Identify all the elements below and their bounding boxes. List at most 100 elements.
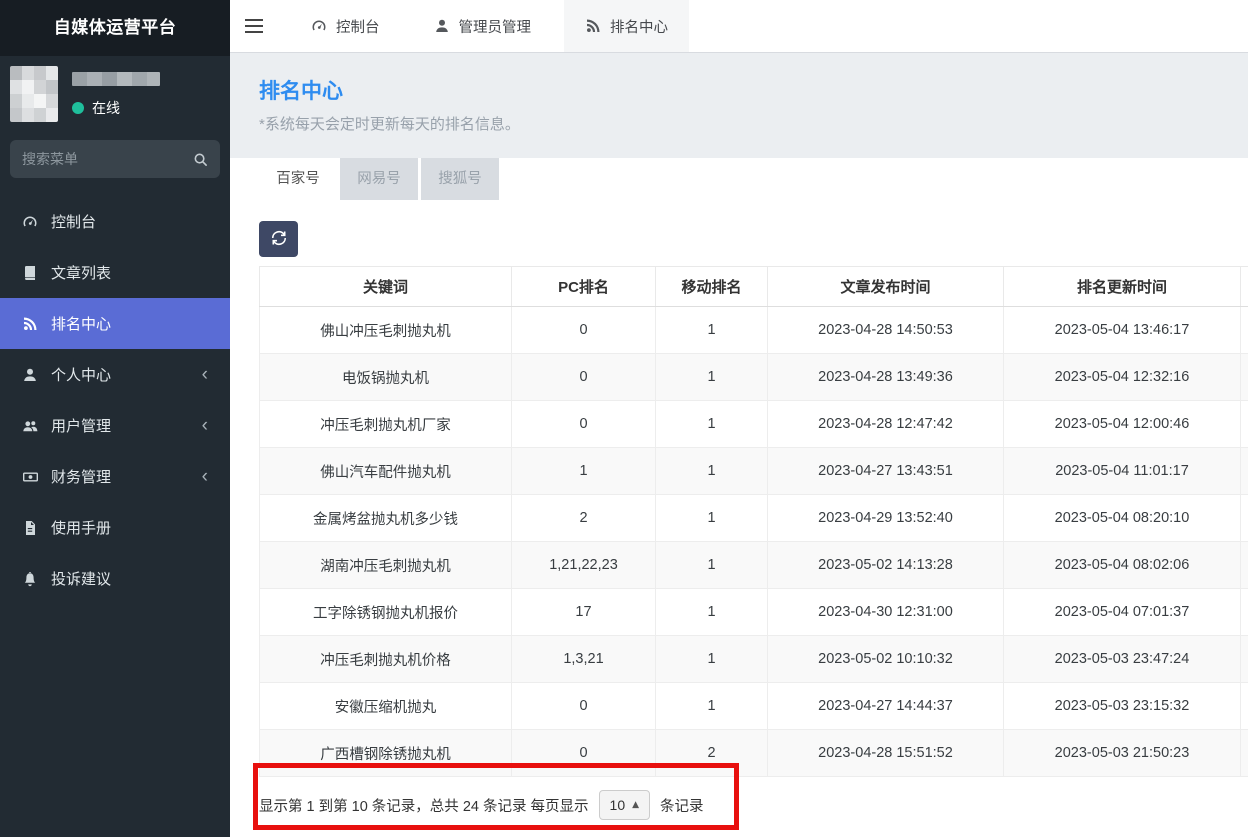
gauge-icon (311, 18, 327, 34)
ranking-table: 关键词 PC排名 移动排名 文章发布时间 排名更新时间 佛山冲压毛刺抛丸机 (259, 266, 1248, 777)
cell-publish-time: 2023-04-28 13:49:36 (768, 354, 1004, 401)
cell-keyword: 广西槽钢除锈抛丸机 (260, 730, 512, 777)
sidebar-menu-item-label: 控制台 (51, 211, 96, 232)
cell-clipped (1241, 730, 1248, 777)
user-icon (22, 367, 40, 383)
cell-publish-time: 2023-04-28 12:47:42 (768, 401, 1004, 448)
cell-pc-rank: 0 (512, 730, 656, 777)
sidebar-menu-item[interactable]: 控制台 ‹ (0, 196, 230, 247)
cell-keyword: 湖南冲压毛刺抛丸机 (260, 542, 512, 589)
page-title: 排名中心 (259, 75, 1248, 105)
table-row: 电饭锅抛丸机 0 1 2023-04-28 13:49:36 2023-05-0… (260, 354, 1248, 401)
cell-keyword: 佛山冲压毛刺抛丸机 (260, 307, 512, 354)
refresh-icon (271, 230, 287, 249)
hamburger-menu-icon[interactable] (230, 0, 278, 52)
cell-clipped (1241, 401, 1248, 448)
cell-mobile-rank: 1 (656, 542, 768, 589)
cell-clipped (1241, 542, 1248, 589)
users-icon (22, 418, 40, 434)
user-panel: 在线 (0, 56, 230, 128)
sidebar-menu-item[interactable]: 个人中心 ‹ (0, 349, 230, 400)
topnav-tab-dashboard[interactable]: 控制台 (290, 0, 401, 52)
cell-pc-rank: 1,21,22,23 (512, 542, 656, 589)
platform-tabs: 百家号 网易号 搜狐号 (259, 158, 1248, 200)
table-row: 安徽压缩机抛丸 0 1 2023-04-27 14:44:37 2023-05-… (260, 683, 1248, 730)
cell-mobile-rank: 1 (656, 307, 768, 354)
page-size-value: 10 (610, 797, 626, 813)
column-header-mobile-rank: 移动排名 (656, 267, 768, 307)
column-header-update-time: 排名更新时间 (1004, 267, 1241, 307)
refresh-button[interactable] (259, 221, 298, 257)
card-body: 关键词 PC排名 移动排名 文章发布时间 排名更新时间 佛山冲压毛刺抛丸机 (230, 221, 1248, 820)
cell-update-time: 2023-05-04 07:01:37 (1004, 589, 1241, 636)
cell-publish-time: 2023-04-30 12:31:00 (768, 589, 1004, 636)
caret-up-icon: ▲ (632, 801, 639, 810)
cell-keyword: 安徽压缩机抛丸 (260, 683, 512, 730)
sidebar-menu-item-label: 投诉建议 (51, 568, 111, 589)
cell-pc-rank: 0 (512, 354, 656, 401)
platform-tab[interactable]: 网易号 (340, 158, 418, 200)
table-row: 佛山冲压毛刺抛丸机 0 1 2023-04-28 14:50:53 2023-0… (260, 307, 1248, 354)
cell-publish-time: 2023-04-29 13:52:40 (768, 495, 1004, 542)
sidebar-menu-item[interactable]: 文章列表 ‹ (0, 247, 230, 298)
platform-tab-label: 网易号 (357, 171, 401, 187)
cell-mobile-rank: 1 (656, 495, 768, 542)
platform-tab[interactable]: 搜狐号 (421, 158, 499, 200)
sidebar-menu-item[interactable]: 用户管理 ‹ (0, 400, 230, 451)
avatar (10, 66, 58, 122)
rss-icon (585, 18, 601, 34)
page-size-dropdown[interactable]: 10 ▲ (599, 790, 651, 820)
cell-clipped (1241, 354, 1248, 401)
cell-update-time: 2023-05-04 08:20:10 (1004, 495, 1241, 542)
cell-keyword: 佛山汽车配件抛丸机 (260, 448, 512, 495)
topnav-tab-label: 排名中心 (610, 16, 668, 37)
cell-clipped (1241, 495, 1248, 542)
table-row: 冲压毛刺抛丸机厂家 0 1 2023-04-28 12:47:42 2023-0… (260, 401, 1248, 448)
sidebar-menu-item[interactable]: 使用手册 ‹ (0, 502, 230, 553)
cell-update-time: 2023-05-04 13:46:17 (1004, 307, 1241, 354)
cell-clipped (1241, 636, 1248, 683)
table-header-row: 关键词 PC排名 移动排名 文章发布时间 排名更新时间 (260, 267, 1248, 307)
cell-pc-rank: 2 (512, 495, 656, 542)
cell-pc-rank: 1,3,21 (512, 636, 656, 683)
cell-publish-time: 2023-04-27 14:44:37 (768, 683, 1004, 730)
table-row: 广西槽钢除锈抛丸机 0 2 2023-04-28 15:51:52 2023-0… (260, 730, 1248, 777)
sidebar-menu-item-label: 个人中心 (51, 364, 111, 385)
online-status-label: 在线 (92, 98, 120, 118)
cell-clipped (1241, 589, 1248, 636)
column-header-publish-time: 文章发布时间 (768, 267, 1004, 307)
sidebar-menu-item[interactable]: 投诉建议 ‹ (0, 553, 230, 604)
topnav-tab-label: 管理员管理 (459, 16, 532, 37)
topnav-tab-ranking-center[interactable]: 排名中心 (564, 0, 689, 52)
cell-mobile-rank: 1 (656, 448, 768, 495)
page-subtitle: *系统每天会定时更新每天的排名信息。 (259, 113, 1248, 134)
tab-card: 百家号 网易号 搜狐号 关键词 (230, 158, 1248, 837)
topnav-tab-admin-management[interactable]: 管理员管理 (413, 0, 553, 52)
cell-keyword: 工字除锈钢抛丸机报价 (260, 589, 512, 636)
cell-keyword: 冲压毛刺抛丸机厂家 (260, 401, 512, 448)
cell-publish-time: 2023-04-28 15:51:52 (768, 730, 1004, 777)
sidebar-menu-item-label: 文章列表 (51, 262, 111, 283)
pagination: 显示第 1 到第 10 条记录，总共 24 条记录 每页显示 10 ▲ 条记录 (259, 790, 1248, 820)
chevron-left-icon: ‹ (202, 467, 208, 486)
cell-pc-rank: 17 (512, 589, 656, 636)
cell-keyword: 冲压毛刺抛丸机价格 (260, 636, 512, 683)
search-icon[interactable] (193, 152, 208, 167)
platform-tab[interactable]: 百家号 (259, 158, 337, 200)
cell-update-time: 2023-05-03 23:47:24 (1004, 636, 1241, 683)
table-row: 金属烤盆抛丸机多少钱 2 1 2023-04-29 13:52:40 2023-… (260, 495, 1248, 542)
money-icon (22, 469, 40, 485)
cell-update-time: 2023-05-04 08:02:06 (1004, 542, 1241, 589)
cell-pc-rank: 1 (512, 448, 656, 495)
app-title: 自媒体运营平台 (0, 0, 230, 56)
chevron-left-icon: ‹ (202, 416, 208, 435)
cell-mobile-rank: 2 (656, 730, 768, 777)
table-row: 佛山汽车配件抛丸机 1 1 2023-04-27 13:43:51 2023-0… (260, 448, 1248, 495)
sidebar-menu-item[interactable]: 财务管理 ‹ (0, 451, 230, 502)
sidebar-search-placeholder: 搜索菜单 (22, 149, 193, 169)
sidebar-search-input[interactable]: 搜索菜单 (10, 140, 220, 178)
online-status-icon (72, 102, 84, 114)
file-icon (22, 520, 40, 536)
sidebar-menu-item[interactable]: 排名中心 ‹ (0, 298, 230, 349)
cell-mobile-rank: 1 (656, 683, 768, 730)
